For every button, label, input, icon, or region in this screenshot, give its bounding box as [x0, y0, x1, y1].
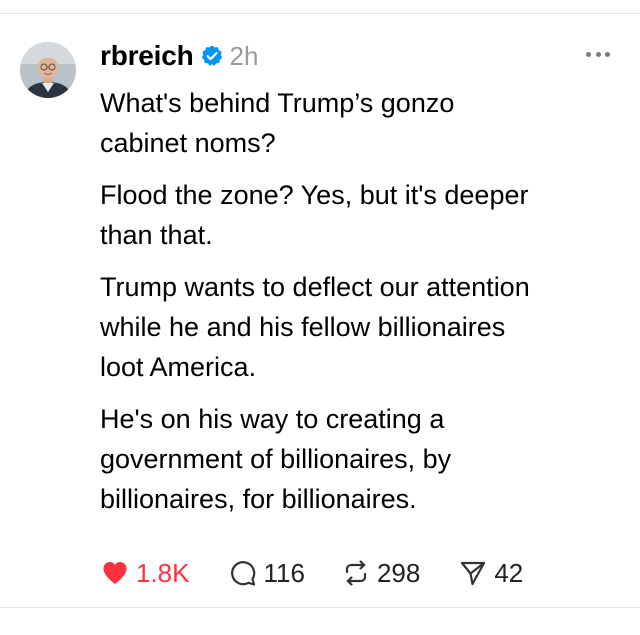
- avatar[interactable]: [20, 42, 76, 98]
- timestamp[interactable]: 2h: [230, 41, 259, 72]
- paper-plane-icon: [458, 558, 488, 588]
- verified-badge-icon: [200, 44, 224, 68]
- share-count: 42: [494, 557, 524, 588]
- like-count: 1.8K: [136, 557, 190, 588]
- bottom-divider: [0, 607, 640, 608]
- speech-bubble-icon: [228, 558, 258, 588]
- reply-button[interactable]: 116: [228, 558, 305, 589]
- post-body: What's behind Trump’s gonzo cabinet noms…: [100, 83, 620, 531]
- repost-button[interactable]: 298: [341, 558, 420, 589]
- avatar-photo: [20, 42, 76, 98]
- post-header: rbreich 2h: [100, 38, 258, 74]
- repost-arrows-icon: [341, 558, 371, 588]
- reply-count: 116: [263, 557, 305, 588]
- post-actions: 1.8K 116 298 42: [100, 555, 523, 591]
- heart-filled-icon: [100, 558, 130, 588]
- repost-count: 298: [376, 557, 421, 588]
- post-paragraph: Trump wants to deflect our attention whi…: [100, 272, 530, 382]
- post-paragraph: He's on his way to creating a government…: [100, 404, 452, 514]
- post-paragraph: Flood the zone? Yes, but it's deeper tha…: [100, 180, 529, 250]
- top-divider: [0, 13, 640, 14]
- post-paragraph: What's behind Trump’s gonzo cabinet noms…: [100, 88, 455, 158]
- username[interactable]: rbreich: [100, 40, 194, 72]
- share-button[interactable]: 42: [458, 558, 523, 589]
- like-button[interactable]: 1.8K: [100, 558, 190, 589]
- more-horizontal-icon[interactable]: [586, 50, 610, 58]
